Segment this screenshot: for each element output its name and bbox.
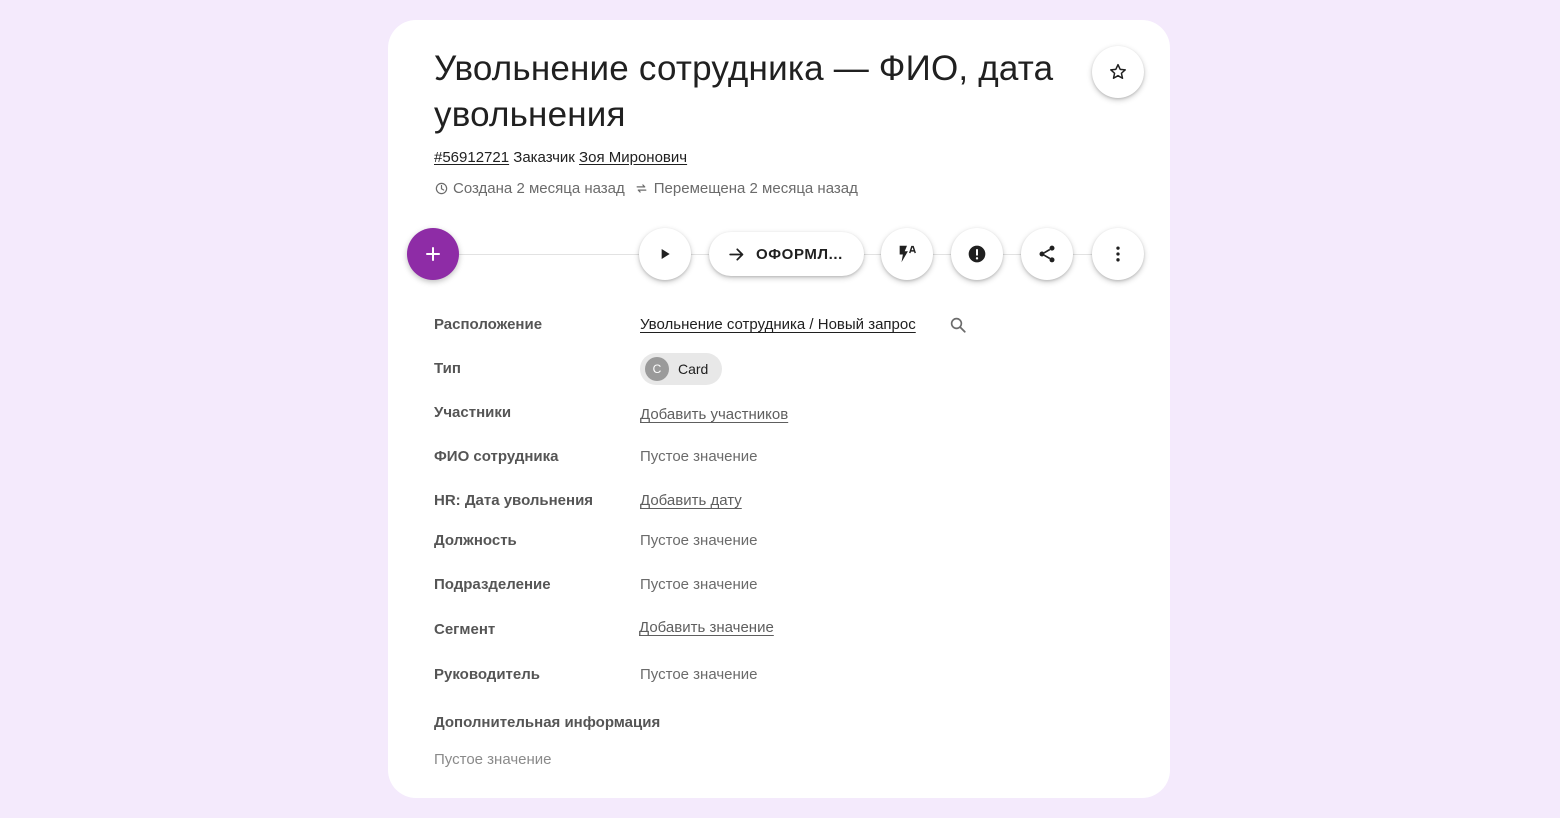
customer-label: Заказчик — [513, 149, 575, 166]
task-card: Увольнение сотрудника — ФИО, дата увольн… — [388, 20, 1170, 798]
add-segment-link[interactable]: Добавить значение — [639, 619, 774, 636]
status-transition-button[interactable]: ОФОРМЛ... — [709, 232, 864, 276]
card-timestamps: Создана 2 месяца назад Перемещена 2 меся… — [434, 180, 858, 197]
swap-icon — [635, 182, 649, 196]
employee-name-value[interactable]: Пустое значение — [640, 448, 758, 465]
participants-value: Добавить участников — [640, 406, 788, 423]
additional-info-title: Дополнительная информация — [434, 714, 661, 731]
add-date-link[interactable]: Добавить дату — [640, 492, 742, 509]
more-button[interactable] — [1092, 228, 1144, 280]
plus-icon — [426, 247, 440, 261]
favorite-button[interactable] — [1092, 46, 1144, 98]
add-button[interactable] — [407, 228, 459, 280]
priority-button[interactable] — [951, 228, 1003, 280]
share-icon — [1039, 245, 1055, 263]
position-label: Должность — [434, 532, 517, 549]
manager-label: Руководитель — [434, 666, 540, 683]
type-chip-label: Card — [678, 361, 709, 377]
customer-link[interactable]: Зоя Миронович — [579, 149, 687, 166]
manager-value[interactable]: Пустое значение — [640, 666, 758, 683]
card-meta: #56912721 Заказчик Зоя Миронович — [434, 149, 687, 166]
type-chip-avatar: C — [645, 357, 669, 381]
status-transition-label: ОФОРМЛ... — [756, 245, 843, 263]
arrow-right-icon — [727, 245, 746, 264]
clock-icon — [434, 182, 448, 196]
automation-button[interactable] — [881, 228, 933, 280]
card-id-link[interactable]: #56912721 — [434, 149, 509, 166]
type-label: Тип — [434, 360, 461, 377]
share-button[interactable] — [1021, 228, 1073, 280]
location-link[interactable]: Увольнение сотрудника / Новый запрос — [640, 316, 916, 333]
alert-circle-icon — [968, 245, 986, 263]
search-icon — [950, 317, 966, 333]
additional-info-value[interactable]: Пустое значение — [434, 751, 552, 768]
type-chip[interactable]: C Card — [640, 353, 723, 385]
location-search-button[interactable] — [948, 315, 968, 335]
position-value[interactable]: Пустое значение — [640, 532, 758, 549]
start-button[interactable] — [639, 228, 691, 280]
participants-label: Участники — [434, 404, 512, 421]
flash-auto-icon — [899, 245, 916, 263]
play-icon — [661, 249, 670, 259]
moved-text: Перемещена 2 месяца назад — [653, 180, 858, 197]
page-title: Увольнение сотрудника — ФИО, дата увольн… — [434, 49, 1054, 134]
department-value[interactable]: Пустое значение — [640, 576, 758, 593]
star-outline-icon — [1110, 63, 1126, 79]
dismissal-date-value: Добавить дату — [640, 492, 742, 509]
location-label: Расположение — [434, 316, 543, 333]
add-participants-link[interactable]: Добавить участников — [640, 406, 788, 423]
dismissal-date-label: HR: Дата увольнения — [434, 492, 594, 509]
segment-value: Добавить значение — [639, 619, 774, 636]
more-vertical-icon — [1116, 246, 1120, 262]
department-label: Подразделение — [434, 576, 551, 593]
employee-name-label: ФИО сотрудника — [434, 448, 559, 465]
created-text: Создана 2 месяца назад — [453, 180, 625, 197]
location-value: Увольнение сотрудника / Новый запрос — [640, 316, 916, 333]
segment-label: Сегмент — [434, 621, 496, 638]
